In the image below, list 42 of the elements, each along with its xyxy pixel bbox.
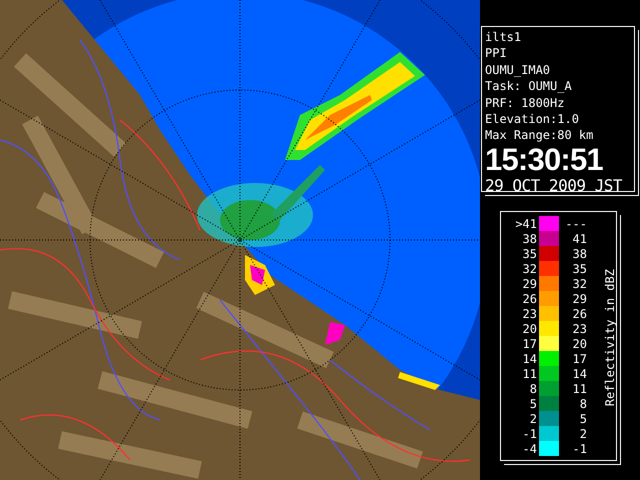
info-line: OUMU_IMA0 xyxy=(485,62,552,78)
scale-label: 14 xyxy=(522,352,537,366)
scale-label: 17 xyxy=(522,336,537,350)
scale-label: 23 xyxy=(522,306,537,320)
scale-label: 35 xyxy=(522,246,537,260)
scale-label: 5 xyxy=(528,396,537,410)
scale-label: 32 xyxy=(522,262,537,276)
scale-label: 8 xyxy=(528,382,537,396)
scale-label: 35 xyxy=(572,262,587,276)
scale-label: 8 xyxy=(578,396,587,410)
time-label: 15:30:51 xyxy=(485,144,604,176)
info-line: ilts1 xyxy=(485,29,522,46)
scale-label: 29 xyxy=(572,292,587,306)
info-line: Task: OUMU_A xyxy=(485,78,573,95)
scale-label: 14 xyxy=(572,366,587,380)
scale-label: -1 xyxy=(522,426,537,440)
scale-label: 11 xyxy=(522,366,537,380)
scale-label: 41 xyxy=(572,232,587,246)
scale-label: 29 xyxy=(522,276,537,290)
legend-title: Reflectivity in dBZ xyxy=(603,269,617,407)
info-line: PPI xyxy=(485,45,508,62)
scale-label: 26 xyxy=(522,292,537,306)
date-label: 29 OCT 2009 JST xyxy=(485,176,624,196)
scale-label: >41 xyxy=(514,216,537,230)
scale-label: 26 xyxy=(572,306,587,320)
scale-label: 20 xyxy=(522,322,537,336)
scale-label: --- xyxy=(565,216,587,230)
scale-label: 2 xyxy=(528,412,537,426)
scale-label: 32 xyxy=(572,276,587,290)
info-line: Max Range:80 km xyxy=(485,127,594,144)
scale-label: 23 xyxy=(572,322,587,336)
scale-label: -1 xyxy=(572,442,587,456)
scale-label: 11 xyxy=(572,382,587,396)
scale-label: 38 xyxy=(572,246,587,260)
scale-label: 38 xyxy=(522,232,537,246)
scale-label: 2 xyxy=(578,426,587,440)
scale-label: 5 xyxy=(578,412,587,426)
scale-label: 20 xyxy=(572,336,587,350)
scale-label: -4 xyxy=(522,442,537,456)
info-line: PRF: 1800Hz xyxy=(485,94,566,112)
scale-label: 17 xyxy=(572,352,587,366)
info-line: Elevation:1.0 xyxy=(485,111,580,128)
